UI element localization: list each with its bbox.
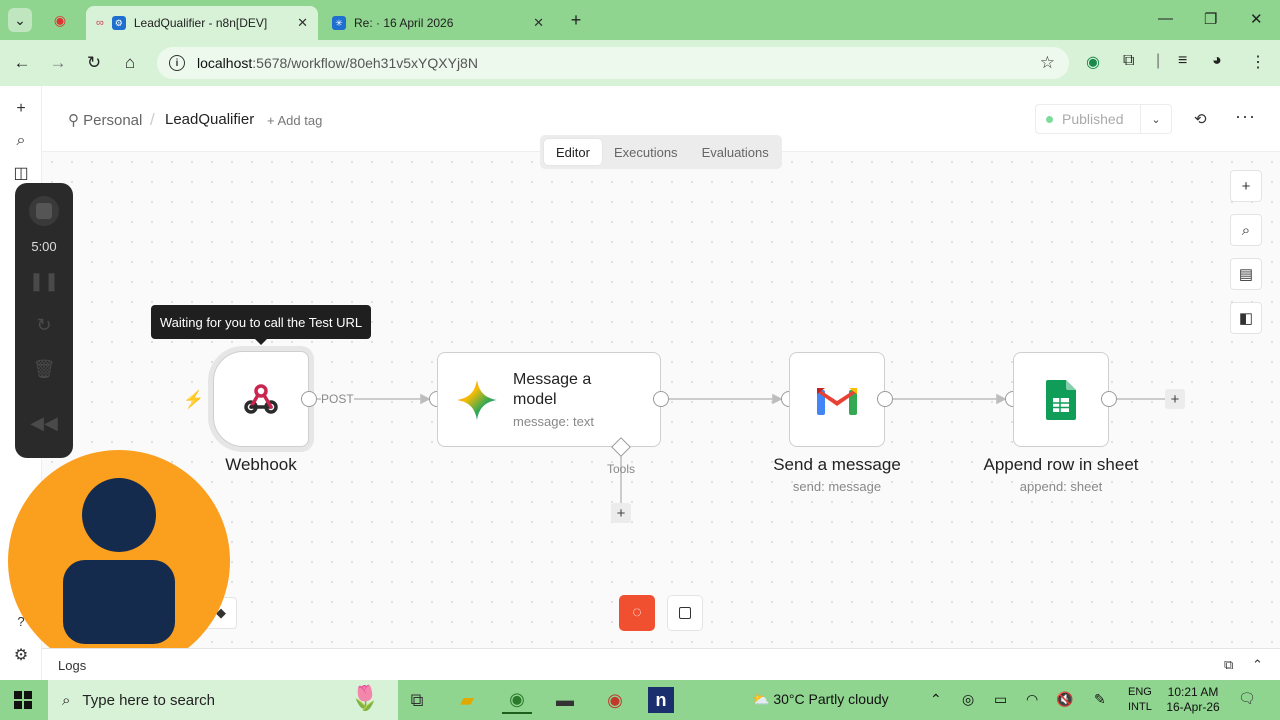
cloud-sun-icon: ⛅ (752, 691, 774, 707)
language-indicator[interactable]: ENG INTL (1128, 685, 1152, 715)
weather-widget[interactable]: ⛅ 30°C Partly cloudy (752, 691, 889, 708)
google-sheets-icon (1046, 379, 1076, 420)
test-url-tooltip: Waiting for you to call the Test URL (151, 305, 371, 345)
clock-time: 10:21 AM (1167, 685, 1219, 699)
tulips-icon: 🌷 (350, 685, 380, 712)
avatar-body (63, 560, 175, 644)
taskbar-search-input[interactable]: ⌕ Type here to search 🌷 (48, 680, 398, 720)
stop-execution-button[interactable] (667, 595, 703, 631)
trigger-bolt-icon: ⚡ (183, 390, 205, 409)
avatar-head (82, 478, 156, 552)
recorder-timer: 5:00 (31, 239, 57, 254)
execute-workflow-button[interactable]: ◌ (619, 595, 655, 631)
lang-layout: INTL (1128, 701, 1152, 713)
node-send-message[interactable] (789, 352, 885, 447)
chrome-icon[interactable]: ◉ (502, 686, 532, 714)
task-view-icon[interactable]: ⧉ (402, 686, 432, 714)
gmail-icon (817, 387, 857, 415)
windows-taskbar: ⌕ Type here to search 🌷 ⧉ ▰ ◉ ▬ ◉ n ⛅ 30… (0, 680, 1280, 720)
chevron-up-icon[interactable]: ⌃ (1252, 657, 1263, 673)
windows-start-icon[interactable] (14, 691, 32, 709)
meet-now-icon[interactable]: ◎ (962, 691, 974, 708)
trash-icon[interactable]: 🗑 (15, 359, 73, 380)
system-clock[interactable]: 10:21 AM 16-Apr-26 (1162, 685, 1224, 715)
model-output-handle[interactable] (653, 391, 669, 407)
node-message-model[interactable]: Message a model message: text (437, 352, 661, 447)
stop-square-icon (36, 203, 52, 219)
tray-chevron-up-icon[interactable]: ⌃ (930, 691, 942, 708)
battery-icon[interactable]: ▭ (994, 691, 1007, 708)
add-node-after-button[interactable]: + (1165, 389, 1185, 409)
search-icon: ⌕ (62, 691, 71, 709)
connection-arrow (420, 393, 431, 405)
chrome-profile-icon[interactable]: ◉ (600, 686, 630, 714)
screen-recorder-widget: 5:00 ❚❚ ↻ 🗑 ◀◀ (15, 183, 73, 458)
recorder-stop-button[interactable] (29, 196, 59, 226)
restart-icon[interactable]: ↻ (15, 315, 73, 336)
lang-code: ENG (1128, 686, 1152, 698)
wifi-icon[interactable]: ◠ (1026, 691, 1038, 708)
sheets-subtitle: append: sheet (1019, 479, 1103, 494)
add-tool-button[interactable]: + (611, 503, 631, 523)
node-append-row[interactable] (1013, 352, 1109, 447)
logs-label: Logs (58, 658, 87, 673)
search-placeholder: Type here to search (82, 691, 215, 709)
node-webhook[interactable] (213, 351, 309, 447)
n8n-app-icon[interactable]: n (648, 687, 674, 713)
pause-icon[interactable]: ❚❚ (15, 271, 73, 292)
webhook-icon (244, 384, 278, 414)
spinner-icon: ◌ (632, 604, 642, 621)
logs-bar[interactable]: Logs ⧉ ⌃ (42, 648, 1280, 680)
terminal-icon[interactable]: ▬ (550, 686, 580, 714)
connection-arrow (772, 393, 783, 405)
sheets-output-handle[interactable] (1101, 391, 1117, 407)
gmail-label: Send a message (773, 455, 901, 474)
tools-label: Tools (606, 462, 636, 476)
weather-text: 30°C Partly cloudy (773, 691, 889, 707)
edge-label-post: POST (321, 392, 354, 406)
gmail-output-handle[interactable] (877, 391, 893, 407)
webcam-avatar (8, 450, 230, 672)
sheets-label: Append row in sheet (983, 455, 1139, 474)
model-title: Message a model (513, 371, 592, 408)
notifications-icon[interactable]: 🗨 (1238, 690, 1256, 707)
webhook-label: Webhook (225, 455, 297, 474)
rewind-icon[interactable]: ◀◀ (15, 413, 73, 434)
clock-date: 16-Apr-26 (1166, 700, 1220, 714)
model-subtitle: message: text (513, 414, 594, 429)
pen-icon[interactable]: ✎ (1094, 691, 1106, 708)
gmail-subtitle: send: message (792, 479, 882, 494)
popout-icon[interactable]: ⧉ (1224, 657, 1233, 673)
webhook-output-handle[interactable] (301, 391, 317, 407)
connection-arrow (996, 393, 1007, 405)
gemini-sparkle-icon (457, 379, 497, 420)
volume-muted-icon[interactable]: 🔇 (1056, 691, 1073, 708)
file-explorer-icon[interactable]: ▰ (452, 686, 482, 714)
stop-icon (679, 607, 691, 619)
